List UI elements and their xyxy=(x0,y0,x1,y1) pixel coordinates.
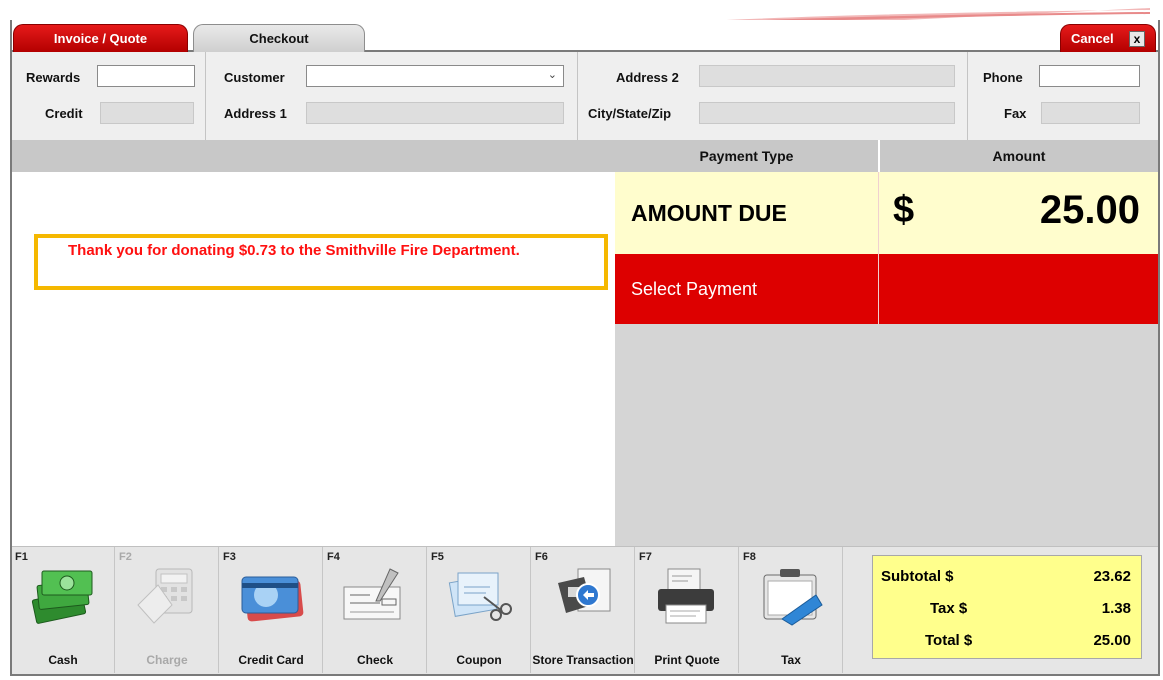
subtotal-row: Subtotal $ 23.62 xyxy=(873,564,1141,590)
city-state-zip-label: City/State/Zip xyxy=(588,106,672,121)
printer-icon xyxy=(658,568,714,624)
credit-card-label: Credit Card xyxy=(238,653,304,667)
check-label: Check xyxy=(356,653,394,667)
panel-divider xyxy=(205,52,206,140)
customer-info-panel: Rewards Credit Customer ⌄ Address 1 Addr… xyxy=(12,52,1158,140)
fax-label: Fax xyxy=(1004,106,1027,121)
payment-type-column-header: Payment Type xyxy=(699,148,794,164)
coupon-label: Coupon xyxy=(456,653,502,667)
function-key-label: F5 xyxy=(431,551,444,563)
amount-due-label: AMOUNT DUE xyxy=(615,172,878,254)
f3-credit-card-button[interactable]: F3 Credit Card xyxy=(220,547,323,673)
payment-grid-header: Payment Type Amount xyxy=(12,140,1158,172)
panel-divider xyxy=(967,52,968,140)
cash-icon xyxy=(31,570,93,624)
function-key-label: F3 xyxy=(223,551,236,563)
coupon-icon xyxy=(448,572,512,621)
rewards-label: Rewards xyxy=(26,70,81,85)
f7-print-quote-button[interactable]: F7 Print Quote xyxy=(636,547,739,673)
city-state-zip-field xyxy=(699,102,955,124)
customer-label: Customer xyxy=(224,70,285,85)
credit-card-icon xyxy=(241,576,304,622)
total-value: 25.00 xyxy=(1093,632,1131,649)
f6-store-transaction-button[interactable]: F6 Store Transaction xyxy=(532,547,635,673)
function-key-label: F4 xyxy=(327,551,340,563)
phone-label: Phone xyxy=(983,70,1023,85)
rewards-input[interactable] xyxy=(97,65,195,87)
address2-label: Address 2 xyxy=(616,70,679,85)
donation-message: Thank you for donating $0.73 to the Smit… xyxy=(34,234,608,290)
select-payment-amount-cell[interactable] xyxy=(879,254,1158,324)
f8-tax-button[interactable]: F8 Tax xyxy=(740,547,843,673)
select-payment-row[interactable]: Select Payment xyxy=(615,254,878,324)
tab-invoice-quote[interactable]: Invoice / Quote xyxy=(13,24,188,52)
function-key-label: F1 xyxy=(15,551,28,563)
cancel-button[interactable]: Cancel x xyxy=(1060,24,1156,52)
payment-list: AMOUNT DUE $ 25.00 Select Payment xyxy=(615,172,1158,546)
amount-due-value: 25.00 xyxy=(1039,188,1140,232)
amount-column-header: Amount xyxy=(992,148,1046,164)
f1-cash-button[interactable]: F1 Cash xyxy=(12,547,115,673)
tab-checkout[interactable]: Checkout xyxy=(193,24,365,52)
charge-label: Charge xyxy=(146,653,188,667)
print-quote-label: Print Quote xyxy=(654,653,720,667)
function-key-label: F7 xyxy=(639,551,652,563)
close-icon[interactable]: x xyxy=(1129,31,1145,47)
total-label: Total $ xyxy=(925,632,973,649)
credit-field xyxy=(100,102,194,124)
charge-icon xyxy=(137,568,193,624)
message-area: Thank you for donating $0.73 to the Smit… xyxy=(18,172,615,546)
store-transaction-icon xyxy=(558,568,611,613)
cancel-label: Cancel xyxy=(1071,31,1114,46)
tax-row: Tax $ 1.38 xyxy=(873,596,1141,622)
address1-label: Address 1 xyxy=(224,106,287,121)
subtotal-value: 23.62 xyxy=(1093,568,1131,585)
f5-coupon-button[interactable]: F5 Coupon xyxy=(428,547,531,673)
fax-field xyxy=(1041,102,1140,124)
f2-charge-button[interactable]: F2 Charge xyxy=(116,547,219,673)
customer-select[interactable]: ⌄ xyxy=(306,65,564,87)
credit-label: Credit xyxy=(45,106,83,121)
panel-divider xyxy=(577,52,578,140)
function-key-label: F6 xyxy=(535,551,548,563)
store-transaction-label: Store Transaction xyxy=(532,653,634,667)
totals-panel: Subtotal $ 23.62 Tax $ 1.38 Total $ 25.0… xyxy=(872,555,1142,659)
amount-due-cell: $ 25.00 xyxy=(879,172,1158,254)
tax-icon xyxy=(763,569,823,626)
subtotal-label: Subtotal $ xyxy=(881,568,954,585)
phone-input[interactable] xyxy=(1039,65,1140,87)
currency-symbol: $ xyxy=(893,189,915,231)
tax-value: 1.38 xyxy=(1101,600,1131,617)
address2-field xyxy=(699,65,955,87)
check-icon xyxy=(343,568,401,620)
tax-total-label: Tax $ xyxy=(930,600,968,617)
function-key-label: F2 xyxy=(119,551,132,563)
tax-label: Tax xyxy=(781,653,801,667)
function-key-label: F8 xyxy=(743,551,756,563)
column-divider xyxy=(878,172,879,324)
f4-check-button[interactable]: F4 Check xyxy=(324,547,427,673)
chevron-down-icon[interactable]: ⌄ xyxy=(548,68,557,81)
address1-field xyxy=(306,102,564,124)
total-row: Total $ 25.00 xyxy=(873,628,1141,654)
cash-label: Cash xyxy=(48,653,78,667)
